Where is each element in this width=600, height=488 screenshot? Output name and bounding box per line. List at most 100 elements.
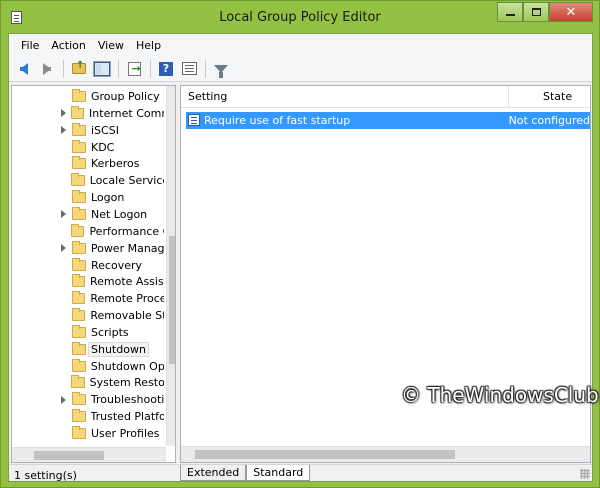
tree-vertical-scrollbar[interactable] (166, 86, 175, 446)
folder-icon (72, 341, 86, 355)
forward-button[interactable] (36, 58, 58, 80)
tree-item[interactable]: Kerberos (12, 155, 164, 172)
tree-item[interactable]: iSCSI (12, 122, 164, 139)
tree-item-label: Shutdown (88, 341, 149, 357)
folder-icon (71, 105, 85, 119)
tree-item[interactable]: Shutdown Op (12, 358, 164, 375)
expand-arrow-icon[interactable] (60, 109, 67, 118)
tree-item[interactable]: Locale Service (12, 172, 164, 189)
expand-arrow-icon[interactable] (60, 244, 68, 253)
expand-arrow-icon[interactable] (60, 210, 68, 219)
up-one-level-button[interactable] (68, 58, 90, 80)
console-tree[interactable]: Group Policy Internet Comm iSCSI KDC Kerbero… (11, 85, 176, 463)
tree-item-label: Shutdown Op (90, 359, 164, 373)
folder-icon (71, 223, 85, 237)
column-setting[interactable]: Setting (188, 90, 227, 103)
tree-item[interactable]: Trusted Platfo (12, 408, 164, 425)
setting-row[interactable]: Require use of fast startup Not configur… (186, 112, 590, 129)
folder-icon (71, 358, 86, 372)
column-separator[interactable] (508, 86, 509, 108)
tree-item[interactable]: Power Manag (12, 240, 164, 257)
window-controls: ✕ (497, 2, 593, 22)
tree-item[interactable]: User Profiles (12, 425, 164, 442)
list-horizontal-scroll-thumb[interactable] (195, 450, 455, 459)
menu-file[interactable]: File (15, 37, 45, 54)
back-button[interactable] (13, 58, 35, 80)
tree-item[interactable]: Internet Comm (12, 105, 164, 122)
back-arrow-icon (20, 62, 28, 75)
close-button[interactable]: ✕ (549, 2, 593, 22)
maximize-button[interactable] (523, 2, 549, 22)
tree-item[interactable]: Remote Assist (12, 273, 164, 290)
expand-arrow-icon[interactable] (60, 126, 68, 135)
minimize-button[interactable] (497, 2, 523, 22)
expand-arrow-icon[interactable] (60, 395, 68, 404)
folder-icon (71, 392, 86, 406)
tree-item[interactable]: Removable St (12, 307, 164, 324)
toolbar-separator (63, 59, 64, 78)
up-one-level-icon (72, 60, 86, 74)
menu-view[interactable]: View (92, 37, 130, 54)
tree-item[interactable]: Scripts (12, 324, 164, 341)
tree-item-label: iSCSI (91, 123, 119, 137)
properties-button[interactable] (178, 58, 200, 80)
folder-icon (72, 156, 86, 170)
resize-grip-icon[interactable] (580, 469, 590, 479)
folder-icon (72, 122, 86, 136)
column-state[interactable]: State (543, 90, 572, 103)
tree-horizontal-scrollbar[interactable] (12, 447, 166, 462)
folder-icon (71, 173, 85, 187)
client-area: File Action View Help ? Group Policy Inte… (8, 33, 599, 482)
folder-icon (72, 206, 86, 220)
help-icon: ? (159, 61, 173, 76)
minimize-icon (505, 14, 515, 16)
tab-standard[interactable]: Standard (246, 465, 311, 481)
tree-item-label: Performance C (89, 224, 164, 238)
tree-item[interactable]: Group Policy (12, 88, 164, 105)
filter-button[interactable] (210, 58, 232, 80)
menu-action[interactable]: Action (45, 37, 91, 54)
tree-item-label: Removable St (90, 309, 164, 323)
tree-item[interactable]: Remote Proce (12, 290, 164, 307)
tree-item-label: User Profiles (91, 427, 160, 440)
watermark: © TheWindowsClub (401, 383, 599, 407)
folder-icon (72, 426, 86, 439)
folder-icon (71, 240, 86, 254)
tree-item[interactable]: KDC (12, 139, 164, 156)
export-list-button[interactable] (123, 58, 145, 80)
tree-item[interactable]: Recovery (12, 257, 164, 274)
menu-help[interactable]: Help (130, 37, 167, 54)
toolbar-separator (150, 59, 151, 78)
tree-item[interactable]: Performance C (12, 223, 164, 240)
menu-bar: File Action View Help (9, 34, 592, 56)
tree-item[interactable]: Net Logon (12, 206, 164, 223)
tree-item[interactable]: Shutdown (12, 341, 164, 358)
tab-extended[interactable]: Extended (180, 465, 247, 481)
help-button[interactable]: ? (155, 58, 177, 80)
tree-item-label: Trusted Platfo (90, 410, 164, 424)
tree-item-label: Kerberos (91, 157, 140, 171)
close-icon: ✕ (565, 4, 577, 20)
maximize-icon (531, 8, 541, 16)
tree-item[interactable]: System Restor (12, 374, 164, 391)
tree-item-label: Troubleshooti (90, 393, 164, 407)
tree-item[interactable]: Troubleshooti (12, 391, 164, 408)
tree-item[interactable]: Logon (12, 189, 164, 206)
show-hide-tree-button[interactable] (91, 58, 113, 80)
list-horizontal-scrollbar[interactable] (181, 446, 590, 462)
folder-icon (71, 308, 86, 322)
tree-horizontal-scroll-thumb[interactable] (34, 451, 104, 460)
folder-icon (71, 375, 85, 389)
title-bar[interactable]: Local Group Policy Editor ✕ (1, 1, 599, 33)
tree-vertical-scroll-thumb[interactable] (169, 236, 175, 364)
